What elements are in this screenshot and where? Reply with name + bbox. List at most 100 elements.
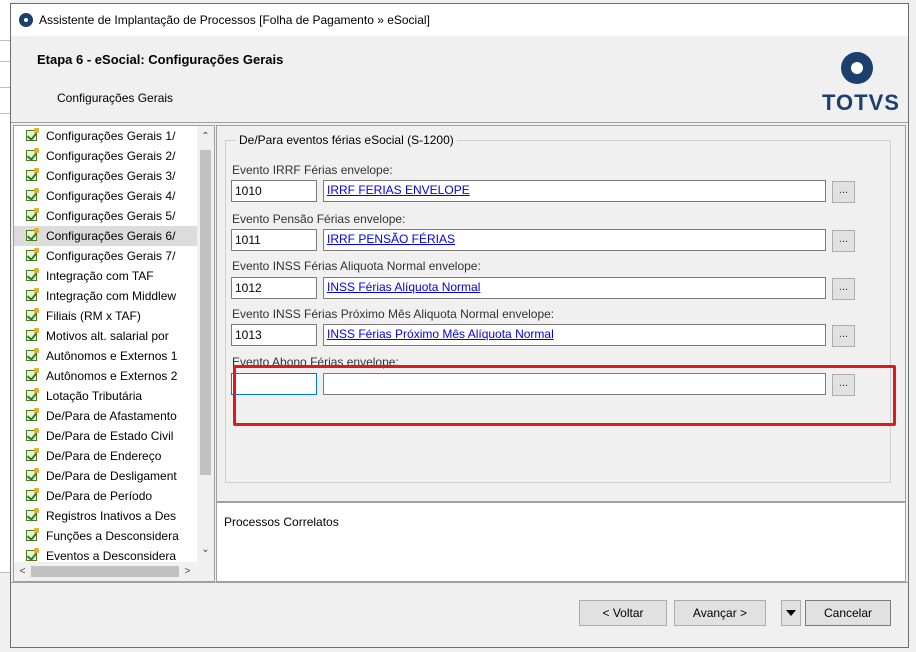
steps-tree[interactable]: Configurações Gerais 1/Configurações Ger… (13, 125, 215, 582)
wizard-header: Etapa 6 - eSocial: Configurações Gerais … (11, 36, 908, 123)
checked-step-icon (26, 508, 39, 521)
pensao-ferias-lookup-button[interactable]: ... (832, 230, 855, 252)
tree-item[interactable]: Configurações Gerais 4/ (14, 186, 197, 206)
cancel-button[interactable]: Cancelar (805, 600, 891, 626)
tree-item[interactable]: Autônomos e Externos 2 (14, 366, 197, 386)
tree-item[interactable]: De/Para de Endereço (14, 446, 197, 466)
tree-item[interactable]: Configurações Gerais 6/ (14, 226, 197, 246)
inss-ferias-normal-description-link[interactable]: INSS Férias Alíquota Normal (327, 280, 480, 294)
tree-item[interactable]: Eventos a Desconsidera (14, 546, 197, 562)
tree-item-label: Motivos alt. salarial por (46, 329, 169, 343)
tree-item[interactable]: Configurações Gerais 2/ (14, 146, 197, 166)
tree-item[interactable]: De/Para de Período (14, 486, 197, 506)
pensao-ferias-description-link[interactable]: IRRF PENSÃO FÉRIAS (327, 232, 455, 246)
scrollbar-corner (197, 562, 214, 581)
horizontal-scroll-thumb[interactable] (31, 566, 179, 577)
tree-item[interactable]: Configurações Gerais 1/ (14, 126, 197, 146)
tree-item-label: De/Para de Afastamento (46, 409, 177, 423)
tree-item-label: Funções a Desconsidera (46, 529, 179, 543)
vertical-scroll-thumb[interactable] (200, 150, 211, 475)
inss-ferias-proximo-mes-lookup-button[interactable]: ... (832, 325, 855, 347)
background-window-edge (0, 62, 10, 88)
tree-item[interactable]: Configurações Gerais 5/ (14, 206, 197, 226)
pensao-ferias-label: Evento Pensão Férias envelope: (232, 212, 406, 226)
background-window-edge (0, 0, 10, 41)
app-icon (19, 13, 33, 27)
tree-item-label: Autônomos e Externos 1 (46, 349, 178, 363)
tree-item-label: Configurações Gerais 3/ (46, 169, 176, 183)
checked-step-icon (26, 368, 39, 381)
tree-item[interactable]: De/Para de Estado Civil (14, 426, 197, 446)
checked-step-icon (26, 188, 39, 201)
checked-step-icon (26, 248, 39, 261)
totvs-logo: TOTVS (822, 52, 900, 116)
checked-step-icon (26, 268, 39, 281)
tree-item-label: Integração com TAF (46, 269, 154, 283)
tree-item-label: De/Para de Endereço (46, 449, 162, 463)
tree-item-label: De/Para de Desligament (46, 469, 177, 483)
tree-item-label: Configurações Gerais 5/ (46, 209, 176, 223)
inss-ferias-normal-description: INSS Férias Alíquota Normal (323, 277, 826, 299)
tree-item[interactable]: Filiais (RM x TAF) (14, 306, 197, 326)
irrf-ferias-description-link[interactable]: IRRF FERIAS ENVELOPE (327, 183, 470, 197)
tree-item[interactable]: Integração com TAF (14, 266, 197, 286)
tree-item[interactable]: De/Para de Desligament (14, 466, 197, 486)
group-title: De/Para eventos férias eSocial (S-1200) (236, 133, 457, 147)
inss-ferias-normal-lookup-button[interactable]: ... (832, 278, 855, 300)
window-title: Assistente de Implantação de Processos [… (39, 13, 430, 27)
back-button[interactable]: < Voltar (579, 600, 667, 626)
checked-step-icon (26, 548, 39, 561)
tree-item-label: Configurações Gerais 1/ (46, 129, 176, 143)
step-title: Etapa 6 - eSocial: Configurações Gerais (37, 52, 284, 67)
steps-list: Configurações Gerais 1/Configurações Ger… (14, 126, 197, 562)
scroll-left-icon[interactable]: < (14, 563, 31, 580)
tree-item-label: Configurações Gerais 6/ (46, 229, 176, 243)
tree-item-label: Configurações Gerais 2/ (46, 149, 176, 163)
tree-item-label: De/Para de Estado Civil (46, 429, 174, 443)
checked-step-icon (26, 408, 39, 421)
tree-item[interactable]: Integração com Middlew (14, 286, 197, 306)
vertical-scrollbar[interactable]: ⌃ ⌄ (197, 126, 214, 562)
checked-step-icon (26, 308, 39, 321)
scroll-down-icon[interactable]: ⌄ (197, 541, 214, 558)
tree-item[interactable]: Autônomos e Externos 1 (14, 346, 197, 366)
wizard-window: Assistente de Implantação de Processos [… (10, 3, 909, 648)
checked-step-icon (26, 528, 39, 541)
totvs-logo-text: TOTVS (822, 90, 900, 115)
tree-item[interactable]: Lotação Tributária (14, 386, 197, 406)
tree-item[interactable]: De/Para de Afastamento (14, 406, 197, 426)
horizontal-scrollbar[interactable]: < > (14, 562, 197, 581)
title-bar: Assistente de Implantação de Processos [… (11, 4, 908, 36)
scroll-up-icon[interactable]: ⌃ (197, 128, 214, 145)
next-button[interactable]: Avançar > (674, 600, 766, 626)
options-dropdown-button[interactable] (781, 600, 801, 626)
tree-item[interactable]: Registros Inativos a Des (14, 506, 197, 526)
irrf-ferias-lookup-button[interactable]: ... (832, 181, 855, 203)
pensao-ferias-code-input[interactable] (231, 229, 317, 251)
tree-item[interactable]: Motivos alt. salarial por (14, 326, 197, 346)
inss-ferias-proximo-mes-code-input[interactable] (231, 324, 317, 346)
irrf-ferias-code-input[interactable] (231, 180, 317, 202)
ferias-events-group: De/Para eventos férias eSocial (S-1200) … (225, 133, 896, 483)
highlight-annotation-box (233, 365, 896, 426)
tree-item-label: Integração com Middlew (46, 289, 177, 303)
checked-step-icon (26, 148, 39, 161)
checked-step-icon (26, 208, 39, 221)
form-panel: De/Para eventos férias eSocial (S-1200) … (216, 125, 906, 502)
irrf-ferias-description: IRRF FERIAS ENVELOPE (323, 180, 826, 202)
pensao-ferias-description: IRRF PENSÃO FÉRIAS (323, 229, 826, 251)
tree-item-label: De/Para de Período (46, 489, 153, 503)
tree-item[interactable]: Funções a Desconsidera (14, 526, 197, 546)
inss-ferias-normal-code-input[interactable] (231, 277, 317, 299)
tree-item[interactable]: Configurações Gerais 7/ (14, 246, 197, 266)
checked-step-icon (26, 468, 39, 481)
tree-item-label: Autônomos e Externos 2 (46, 369, 178, 383)
tree-item-label: Eventos a Desconsidera (46, 549, 177, 562)
tree-item[interactable]: Configurações Gerais 3/ (14, 166, 197, 186)
processos-correlatos-title: Processos Correlatos (224, 515, 339, 529)
tree-item-label: Configurações Gerais 4/ (46, 189, 176, 203)
background-window-edge (0, 88, 10, 114)
inss-ferias-proximo-mes-description-link[interactable]: INSS Férias Próximo Mês Alíquota Normal (327, 327, 554, 341)
scroll-right-icon[interactable]: > (179, 563, 196, 580)
checked-step-icon (26, 428, 39, 441)
